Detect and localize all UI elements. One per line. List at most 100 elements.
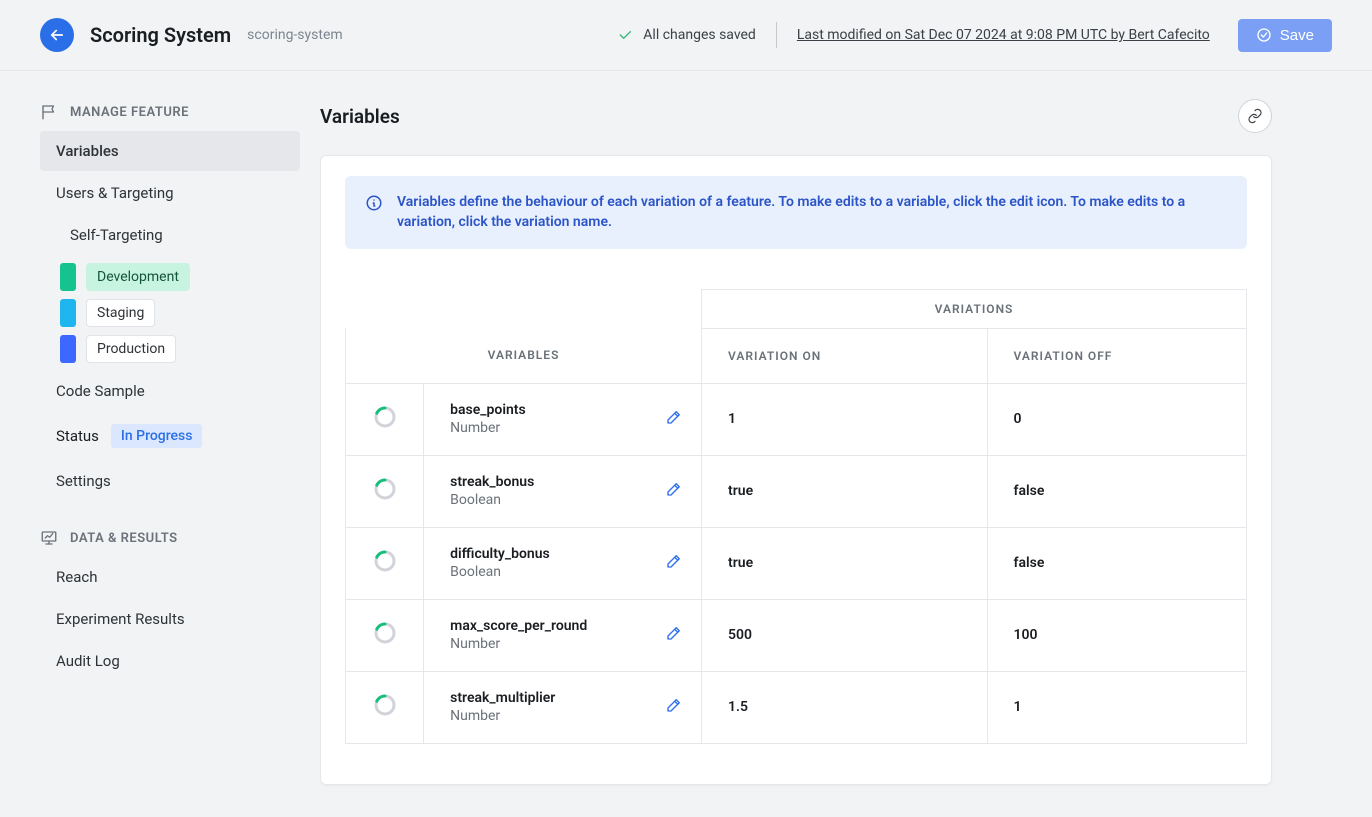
- sidebar-item-env-staging[interactable]: Staging: [60, 299, 300, 327]
- sidebar-item-audit-log[interactable]: Audit Log: [40, 641, 300, 681]
- edit-icon: [665, 480, 683, 498]
- partial-ring-icon: [373, 693, 397, 717]
- variation-off-value: false: [987, 455, 1246, 527]
- info-banner: Variables define the behaviour of each v…: [345, 176, 1247, 249]
- table-header-variation-on[interactable]: VARIATION ON: [702, 328, 987, 383]
- sidebar-item-code-sample[interactable]: Code Sample: [40, 371, 300, 411]
- variation-off-value: false: [987, 527, 1246, 599]
- main-panel: Variables Variables define the behaviour…: [320, 71, 1372, 817]
- sidebar-item-label: Self-Targeting: [70, 226, 163, 244]
- last-modified-link[interactable]: Last modified on Sat Dec 07 2024 at 9:08…: [797, 27, 1210, 43]
- variable-name-cell: base_points Number: [424, 383, 702, 455]
- variation-off-value: 0: [987, 383, 1246, 455]
- variation-on-value: 500: [702, 599, 987, 671]
- env-label: Production: [86, 335, 176, 363]
- sidebar-item-label: Reach: [56, 568, 97, 586]
- feature-slug: scoring-system: [247, 27, 343, 43]
- saved-status-label: All changes saved: [643, 27, 756, 43]
- sidebar-item-env-production[interactable]: Production: [60, 335, 300, 363]
- table-row: streak_multiplier Number 1.5 1: [346, 671, 1247, 743]
- sidebar-item-status[interactable]: Status In Progress: [40, 413, 300, 459]
- variable-type: Number: [450, 636, 675, 652]
- check-circle-icon: [1256, 27, 1272, 43]
- variables-table: VARIATIONS VARIABLES VARIATION ON VARIAT…: [345, 289, 1247, 744]
- partial-ring-icon: [373, 549, 397, 573]
- variable-name: max_score_per_round: [450, 618, 675, 634]
- edit-icon: [665, 552, 683, 570]
- sidebar-item-label: Settings: [56, 472, 111, 490]
- sidebar-section-label: MANAGE FEATURE: [70, 105, 189, 120]
- sidebar-item-label: Code Sample: [56, 382, 145, 400]
- save-button[interactable]: Save: [1238, 19, 1332, 52]
- arrow-left-icon: [48, 26, 66, 44]
- variable-type: Number: [450, 420, 675, 436]
- variation-on-value: true: [702, 527, 987, 599]
- edit-variable-button[interactable]: [665, 408, 683, 430]
- sidebar-item-reach[interactable]: Reach: [40, 557, 300, 597]
- variable-type: Number: [450, 708, 675, 724]
- edit-variable-button[interactable]: [665, 480, 683, 502]
- check-icon: [617, 27, 633, 43]
- sidebar-section-label: DATA & RESULTS: [70, 531, 178, 546]
- variable-name: streak_multiplier: [450, 690, 675, 706]
- sidebar-item-users-targeting[interactable]: Users & Targeting: [40, 173, 300, 213]
- copy-link-button[interactable]: [1238, 99, 1272, 133]
- env-color-swatch: [60, 335, 76, 363]
- variable-status-cell: [346, 527, 424, 599]
- variable-status-cell: [346, 599, 424, 671]
- variation-on-value: 1.5: [702, 671, 987, 743]
- table-row: streak_bonus Boolean true false: [346, 455, 1247, 527]
- env-label: Staging: [86, 299, 155, 327]
- edit-variable-button[interactable]: [665, 696, 683, 718]
- sidebar-item-settings[interactable]: Settings: [40, 461, 300, 501]
- variable-status-cell: [346, 455, 424, 527]
- sidebar-item-label: Audit Log: [56, 652, 120, 670]
- variable-name: base_points: [450, 402, 675, 418]
- env-label: Development: [86, 263, 190, 291]
- partial-ring-icon: [373, 405, 397, 429]
- link-icon: [1247, 108, 1263, 124]
- sidebar-item-variables[interactable]: Variables: [40, 131, 300, 171]
- edit-variable-button[interactable]: [665, 552, 683, 574]
- variation-off-value: 100: [987, 599, 1246, 671]
- env-color-swatch: [60, 299, 76, 327]
- sidebar-item-label: Experiment Results: [56, 610, 185, 628]
- table-header-variables: VARIABLES: [346, 328, 702, 383]
- variables-card: Variables define the behaviour of each v…: [320, 155, 1272, 785]
- variable-status-cell: [346, 671, 424, 743]
- panel-title: Variables: [320, 105, 400, 128]
- table-row: base_points Number 1 0: [346, 383, 1247, 455]
- variable-name-cell: streak_bonus Boolean: [424, 455, 702, 527]
- partial-ring-icon: [373, 621, 397, 645]
- table-row: difficulty_bonus Boolean true false: [346, 527, 1247, 599]
- sidebar-item-experiment-results[interactable]: Experiment Results: [40, 599, 300, 639]
- edit-icon: [665, 408, 683, 426]
- sidebar-item-label: Variables: [56, 142, 119, 160]
- feature-title: Scoring System: [90, 23, 231, 47]
- variable-name-cell: difficulty_bonus Boolean: [424, 527, 702, 599]
- variable-status-cell: [346, 383, 424, 455]
- back-button[interactable]: [40, 18, 74, 52]
- variable-type: Boolean: [450, 492, 675, 508]
- variation-on-value: 1: [702, 383, 987, 455]
- sidebar: MANAGE FEATURE Variables Users & Targeti…: [0, 71, 320, 817]
- presentation-chart-icon: [40, 529, 58, 547]
- sidebar-item-env-development[interactable]: Development: [60, 263, 300, 291]
- status-label: Status: [56, 427, 99, 445]
- saved-status: All changes saved: [617, 22, 777, 48]
- topbar: Scoring System scoring-system All change…: [0, 0, 1372, 71]
- flag-icon: [40, 103, 58, 121]
- edit-variable-button[interactable]: [665, 624, 683, 646]
- variable-name: streak_bonus: [450, 474, 675, 490]
- env-color-swatch: [60, 263, 76, 291]
- variable-name-cell: max_score_per_round Number: [424, 599, 702, 671]
- variable-name: difficulty_bonus: [450, 546, 675, 562]
- table-header-variation-off[interactable]: VARIATION OFF: [987, 328, 1246, 383]
- table-row: max_score_per_round Number 500 100: [346, 599, 1247, 671]
- sidebar-section-data-results: DATA & RESULTS: [0, 521, 320, 555]
- sidebar-item-self-targeting[interactable]: Self-Targeting: [54, 215, 300, 255]
- variation-on-value: true: [702, 455, 987, 527]
- edit-icon: [665, 624, 683, 642]
- partial-ring-icon: [373, 477, 397, 501]
- edit-icon: [665, 696, 683, 714]
